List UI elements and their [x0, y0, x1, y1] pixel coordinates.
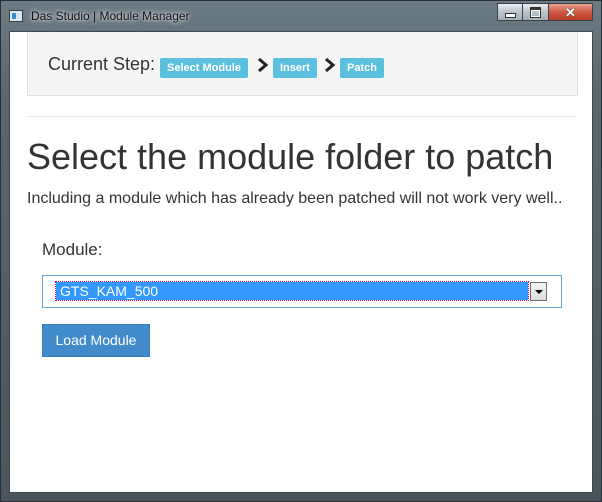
app-icon[interactable]	[9, 10, 23, 22]
close-icon: ✕	[565, 4, 576, 20]
load-module-button[interactable]: Load Module	[42, 324, 150, 357]
maximize-button[interactable]	[523, 3, 549, 21]
dropdown-button[interactable]	[530, 282, 547, 301]
window-title: Das Studio | Module Manager	[31, 9, 190, 23]
maximize-icon	[530, 6, 541, 18]
app-window: Das Studio | Module Manager ✕ Current St…	[0, 0, 602, 502]
step-badge-patch: Patch	[340, 58, 384, 78]
current-step-label: Current Step:	[48, 54, 156, 74]
module-select[interactable]: GTS_KAM_500	[42, 275, 562, 308]
step-badge-insert: Insert	[273, 58, 317, 78]
chevron-down-icon	[535, 290, 543, 294]
divider	[27, 116, 577, 117]
content-area: Current Step: Select Module Insert Patch…	[9, 31, 593, 493]
minimize-button[interactable]	[497, 3, 523, 21]
chevron-right-icon	[258, 57, 269, 73]
chevron-right-icon	[325, 57, 336, 73]
step-indicator: Current Step: Select Module Insert Patch	[27, 32, 578, 96]
page-title: Select the module folder to patch	[27, 136, 554, 177]
step-badge-select-module: Select Module	[160, 58, 248, 78]
close-button[interactable]: ✕	[549, 3, 593, 21]
module-label: Module:	[42, 240, 103, 259]
title-bar[interactable]: Das Studio | Module Manager ✕	[1, 1, 601, 31]
window-controls: ✕	[497, 3, 593, 22]
page-description: Including a module which has already bee…	[27, 190, 563, 207]
module-select-value[interactable]: GTS_KAM_500	[55, 281, 529, 301]
minimize-icon	[504, 12, 516, 18]
